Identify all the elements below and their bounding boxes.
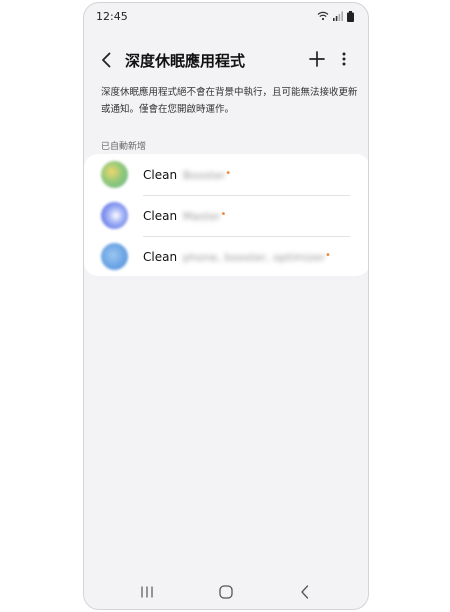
status-icons (317, 10, 354, 22)
phone-screen: 12:45 深度休眠應用程式 深度休眠應用程式絕不會在背景中執行，且可能無法接收… (83, 2, 369, 610)
navigation-bar (84, 575, 368, 609)
more-vertical-icon[interactable] (338, 50, 350, 68)
app-icon-blue (101, 202, 128, 229)
app-name-blurred: Booster (182, 169, 226, 182)
list-item[interactable]: Clean phone, booster, optimizer• (84, 237, 368, 277)
back-icon[interactable] (298, 584, 312, 600)
signal-icon (333, 11, 343, 21)
app-list: Clean Booster• Clean Master• Clean phone… (84, 154, 368, 277)
list-item[interactable]: Clean Booster• (84, 155, 368, 195)
app-name-visible: Clean (143, 209, 178, 223)
app-name-blurred: Master (182, 210, 221, 223)
home-icon[interactable] (218, 584, 234, 600)
app-name: Clean Master• (143, 209, 226, 223)
new-dot-icon: • (220, 209, 227, 220)
app-name: Clean phone, booster, optimizer• (143, 250, 331, 264)
app-icon-teal (101, 243, 128, 270)
app-bar: 深度休眠應用程式 (84, 43, 368, 77)
app-name: Clean Booster• (143, 168, 231, 182)
plus-icon[interactable] (308, 50, 326, 68)
new-dot-icon: • (325, 250, 331, 261)
page-description: 深度休眠應用程式絕不會在背景中執行，且可能無法接收更新或通知。僅會在您開啟時運作… (101, 87, 358, 115)
battery-icon (347, 10, 354, 22)
wifi-icon (317, 11, 329, 21)
recents-icon[interactable] (140, 585, 154, 599)
back-arrow-icon[interactable] (98, 51, 116, 69)
status-time: 12:45 (96, 9, 128, 23)
app-name-visible: Clean (143, 168, 178, 182)
new-dot-icon: • (225, 168, 232, 179)
list-item[interactable]: Clean Master• (84, 196, 368, 236)
status-bar: 12:45 (84, 3, 368, 29)
page-title: 深度休眠應用程式 (125, 52, 246, 70)
app-name-blurred: phone, booster, optimizer (182, 251, 325, 264)
app-name-visible: Clean (143, 250, 178, 264)
app-icon-green (101, 161, 128, 188)
section-header: 已自動新增 (101, 142, 147, 152)
